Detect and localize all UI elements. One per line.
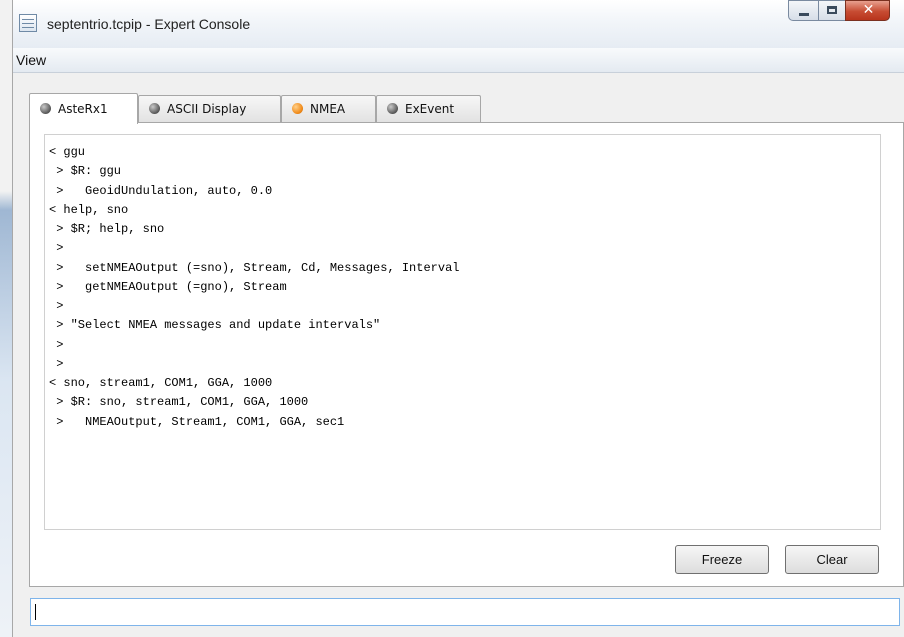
console-line: > $R: sno, stream1, COM1, GGA, 1000 <box>49 395 309 410</box>
tab-exevent[interactable]: ExEvent <box>376 95 481 122</box>
console-line: < sno, stream1, COM1, GGA, 1000 <box>49 376 273 390</box>
app-icon <box>19 14 37 32</box>
console-line: < help, sno <box>49 202 129 217</box>
tab-nmea[interactable]: NMEA <box>281 95 376 122</box>
window-title: septentrio.tcpip - Expert Console <box>47 16 251 32</box>
background-window-edge <box>0 0 12 637</box>
console-line: > $R: ggu <box>49 164 122 179</box>
status-dot-icon <box>149 103 160 114</box>
console-line: > <box>49 241 64 256</box>
tab-asterx1[interactable]: AsteRx1 <box>29 93 138 124</box>
console-line: > <box>49 299 64 313</box>
status-dot-icon <box>387 103 398 114</box>
tab-ascii-display[interactable]: ASCII Display <box>138 95 281 122</box>
tab-panel: < ggu > $R: ggu > GeoidUndulation, auto,… <box>29 122 904 587</box>
title-bar[interactable]: septentrio.tcpip - Expert Console ✕ <box>13 0 904 48</box>
console-line: > "Select NMEA messages and update inter… <box>49 318 381 333</box>
text-caret <box>35 604 36 620</box>
tab-label: ASCII Display <box>167 102 247 116</box>
tab-label: NMEA <box>310 102 346 116</box>
close-button[interactable]: ✕ <box>845 0 890 21</box>
minimize-button[interactable] <box>788 0 818 21</box>
tab-label: ExEvent <box>405 102 455 116</box>
clear-button[interactable]: Clear <box>785 545 879 574</box>
maximize-button[interactable] <box>818 0 845 21</box>
console-line: > $R; help, sno <box>49 222 165 236</box>
status-dot-icon <box>292 103 303 114</box>
menu-bar: View <box>13 48 904 73</box>
console-line: > NMEAOutput, Stream1, COM1, GGA, sec1 <box>49 414 345 429</box>
console-line: > getNMEAOutput (=gno), Stream <box>49 279 287 294</box>
menu-view[interactable]: View <box>14 52 48 68</box>
maximize-icon <box>827 6 837 14</box>
close-icon: ✕ <box>862 2 875 18</box>
minimize-icon <box>799 13 809 16</box>
console-line: > <box>49 337 64 352</box>
command-input[interactable] <box>30 598 900 626</box>
console-line: < ggu <box>49 145 86 159</box>
console-text: < ggu > $R: ggu > GeoidUndulation, auto,… <box>45 135 880 432</box>
expert-console-window: septentrio.tcpip - Expert Console ✕ View… <box>12 0 904 637</box>
tab-label: AsteRx1 <box>58 102 108 116</box>
console-line: > GeoidUndulation, auto, 0.0 <box>49 183 273 198</box>
console-line: > setNMEAOutput (=sno), Stream, Cd, Mess… <box>49 260 460 275</box>
console-output[interactable]: < ggu > $R: ggu > GeoidUndulation, auto,… <box>44 134 881 530</box>
status-dot-icon <box>40 103 51 114</box>
console-line: > <box>49 356 64 371</box>
freeze-button[interactable]: Freeze <box>675 545 769 574</box>
